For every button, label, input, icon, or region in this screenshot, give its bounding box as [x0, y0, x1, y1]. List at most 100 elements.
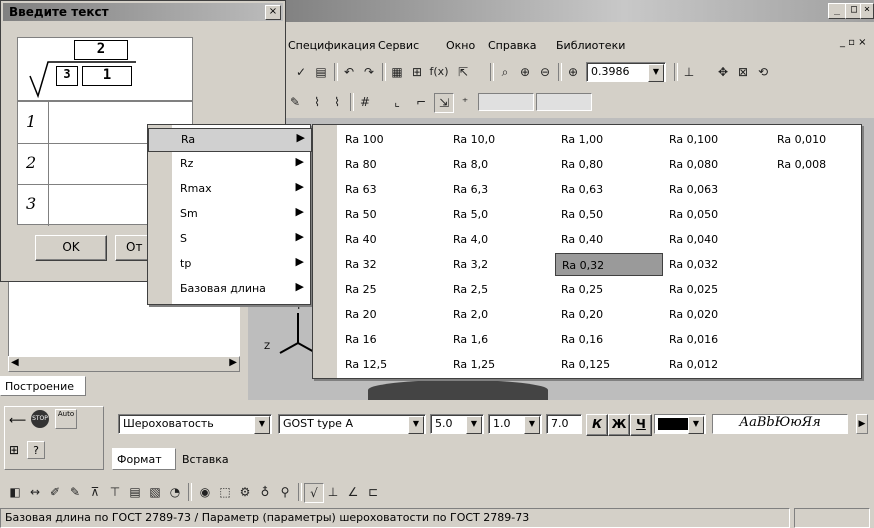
snap-curve-icon[interactable]: ⌇ — [328, 93, 346, 111]
menu-item-tp[interactable]: tp ▶ — [148, 253, 310, 275]
grid-icon[interactable]: # — [356, 93, 374, 111]
menu-help[interactable]: Справка — [488, 39, 536, 52]
frame-icon[interactable]: ⬚ — [216, 483, 234, 501]
layers-icon[interactable]: ▦ — [388, 63, 406, 81]
ra-value-item[interactable]: Ra 20 — [339, 303, 447, 326]
part-icon[interactable]: ♁ — [256, 483, 274, 501]
menu-item-base-length[interactable]: Базовая длина ▶ — [148, 278, 310, 300]
ra-value-item[interactable]: Ra 0,25 — [555, 278, 663, 301]
font-combo[interactable]: GOST type A ▼ — [278, 414, 426, 434]
ok-button[interactable]: OK — [35, 235, 107, 261]
top-value-field[interactable]: 2 — [74, 40, 128, 60]
ra-value-item[interactable]: Ra 0,040 — [663, 228, 771, 251]
chevron-down-icon[interactable]: ▼ — [254, 416, 270, 434]
ra-value-item[interactable]: Ra 0,20 — [555, 303, 663, 326]
snap-icon[interactable]: ⌇ — [308, 93, 326, 111]
color-picker[interactable]: ▼ — [654, 414, 706, 434]
snap-active-icon[interactable]: ⇲ — [434, 93, 454, 113]
ra-value-item[interactable]: Ra 100 — [339, 128, 447, 151]
ra-value-item[interactable]: Ra 0,32 — [555, 253, 663, 276]
arrow-left-icon[interactable]: ⟵ — [9, 413, 26, 427]
menu-specification[interactable]: Спецификация — [288, 39, 375, 52]
menu-item-ra[interactable]: Ra ▶ — [148, 128, 312, 152]
step-field[interactable]: 7.0 — [546, 414, 582, 434]
ra-value-item[interactable]: Ra 16 — [339, 328, 447, 351]
pan-icon[interactable]: ✥ — [714, 63, 732, 81]
local-cs-icon[interactable]: ⌞ — [388, 93, 406, 111]
menu-item-sm[interactable]: Sm ▶ — [148, 203, 310, 225]
chevron-down-icon[interactable]: ▼ — [688, 416, 704, 434]
ra-value-item[interactable]: Ra 0,40 — [555, 228, 663, 251]
ra-value-item[interactable]: Ra 0,80 — [555, 153, 663, 176]
ra-value-item[interactable]: Ra 0,50 — [555, 203, 663, 226]
mdi-controls[interactable]: _ ▫ × — [840, 37, 867, 48]
ra-value-item[interactable]: Ra 0,032 — [663, 253, 771, 276]
mid-value-field[interactable]: 1 — [82, 66, 132, 86]
chevron-right-icon[interactable]: ▶ — [856, 414, 868, 434]
close-icon[interactable]: × — [265, 5, 281, 20]
menu-item-rz[interactable]: Rz ▶ — [148, 153, 310, 175]
ra-value-item[interactable]: Ra 0,050 — [663, 203, 771, 226]
ra-value-item[interactable]: Ra 0,016 — [663, 328, 771, 351]
ra-value-item[interactable]: Ra 0,025 — [663, 278, 771, 301]
menu-libraries[interactable]: Библиотеки — [556, 39, 625, 52]
roughness-icon[interactable]: √ — [304, 483, 324, 503]
chevron-down-icon[interactable]: ▼ — [466, 416, 482, 434]
ra-value-item[interactable]: Ra 0,080 — [663, 153, 771, 176]
ra-value-item[interactable]: Ra 32 — [339, 253, 447, 276]
ra-value-item[interactable]: Ra 0,008 — [771, 153, 874, 176]
size-combo[interactable]: 5.0 ▼ — [430, 414, 484, 434]
ra-value-item[interactable]: Ra 1,6 — [447, 328, 555, 351]
check-icon[interactable]: ✓ — [292, 63, 310, 81]
spec-icon[interactable]: ▧ — [146, 483, 164, 501]
ra-value-item[interactable]: Ra 0,63 — [555, 178, 663, 201]
properties-icon[interactable]: ▤ — [312, 63, 330, 81]
help-pointer-icon[interactable]: ⇱ — [454, 63, 472, 81]
bold-button[interactable]: Ж — [608, 414, 630, 436]
geometry-icon[interactable]: ◧ — [6, 483, 24, 501]
auto-icon[interactable]: Auto — [55, 409, 77, 429]
chevron-down-icon[interactable]: ▼ — [408, 416, 424, 434]
ra-value-item[interactable]: Ra 0,16 — [555, 328, 663, 351]
ra-value-item[interactable]: Ra 0,010 — [771, 128, 874, 151]
ra-value-item[interactable]: Ra 0,100 — [663, 128, 771, 151]
coord-y-field[interactable] — [536, 93, 592, 111]
scroll-right-icon[interactable]: ▶ — [229, 357, 237, 368]
ra-value-item[interactable]: Ra 0,020 — [663, 303, 771, 326]
ra-value-item[interactable]: Ra 1,25 — [447, 353, 555, 376]
report-icon[interactable]: ◔ — [166, 483, 184, 501]
menu-item-rmax[interactable]: Rmax ▶ — [148, 178, 310, 200]
ra-value-item[interactable]: Ra 4,0 — [447, 228, 555, 251]
dimension-icon[interactable]: ↔ — [26, 483, 44, 501]
ra-value-item[interactable]: Ra 25 — [339, 278, 447, 301]
select-icon[interactable]: ▤ — [126, 483, 144, 501]
chevron-down-icon[interactable]: ▼ — [524, 416, 540, 434]
minimize-button[interactable]: _ — [828, 3, 846, 19]
orientation-icon[interactable]: ⊥ — [680, 63, 698, 81]
ra-value-item[interactable]: Ra 12,5 — [339, 353, 447, 376]
zoom-scale-icon[interactable]: ⊕ — [564, 63, 582, 81]
notation-icon[interactable]: ✐ — [46, 483, 64, 501]
chevron-down-icon[interactable]: ▼ — [648, 64, 664, 82]
ra-value-item[interactable]: Ra 0,063 — [663, 178, 771, 201]
zoom-in-icon[interactable]: ⊕ — [516, 63, 534, 81]
tree-icon[interactable]: ⊞ — [408, 63, 426, 81]
leader-icon[interactable]: ⊥ — [324, 483, 342, 501]
assembly-icon[interactable]: ⚲ — [276, 483, 294, 501]
ra-value-item[interactable]: Ra 10,0 — [447, 128, 555, 151]
redo-icon[interactable]: ↷ — [360, 63, 378, 81]
ra-value-item[interactable]: Ra 1,00 — [555, 128, 663, 151]
grid-toggle-icon[interactable]: ⊞ — [9, 443, 19, 457]
underline-button[interactable]: Ч — [630, 414, 652, 436]
view-icon[interactable]: ◉ — [196, 483, 214, 501]
style-combo[interactable]: Шероховатость ▼ — [118, 414, 272, 434]
coords-icon[interactable]: ⁺ — [456, 93, 474, 111]
undo-icon[interactable]: ↶ — [340, 63, 358, 81]
ra-value-item[interactable]: Ra 3,2 — [447, 253, 555, 276]
ra-value-item[interactable]: Ra 80 — [339, 153, 447, 176]
menu-service[interactable]: Сервис — [378, 39, 419, 52]
ra-value-item[interactable]: Ra 6,3 — [447, 178, 555, 201]
ortho-icon[interactable]: ⌐ — [412, 93, 430, 111]
zoom-out-icon[interactable]: ⊖ — [536, 63, 554, 81]
mid-small-field[interactable]: 3 — [56, 66, 78, 86]
